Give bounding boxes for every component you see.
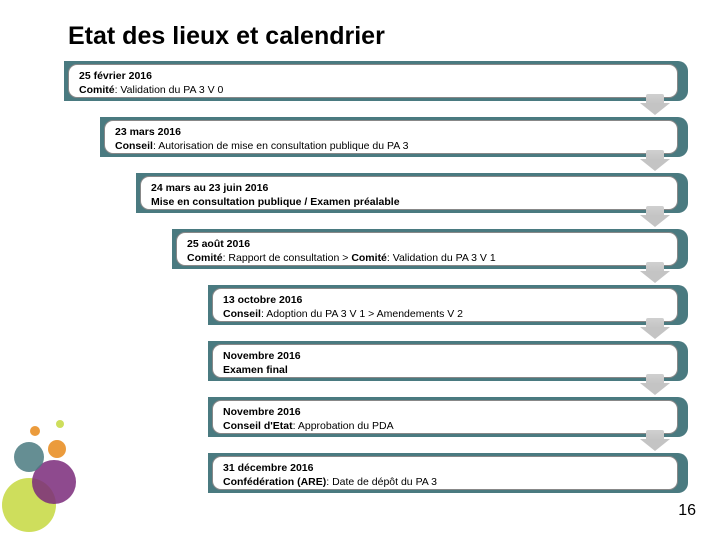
step-box: Novembre 2016Conseil d'Etat: Approbation…	[212, 400, 678, 434]
step-box: 13 octobre 2016Conseil: Adoption du PA 3…	[212, 288, 678, 322]
step-body: Comité: Validation du PA 3 V 0	[79, 84, 223, 96]
step-row: 23 mars 2016Conseil: Autorisation de mis…	[68, 120, 688, 154]
step-row: Novembre 2016Examen final	[68, 344, 688, 378]
step-date: 24 mars au 23 juin 2016	[151, 181, 667, 195]
step-box: 24 mars au 23 juin 2016Mise en consultat…	[140, 176, 678, 210]
page-number: 16	[678, 502, 696, 520]
step-body: Examen final	[223, 364, 288, 376]
step-date: 23 mars 2016	[115, 125, 667, 139]
step-row: 25 février 2016Comité: Validation du PA …	[68, 64, 688, 98]
step-date: 25 février 2016	[79, 69, 667, 83]
step-row: 31 décembre 2016Confédération (ARE): Dat…	[68, 456, 688, 490]
step-row: Novembre 2016Conseil d'Etat: Approbation…	[68, 400, 688, 434]
step-row: 13 octobre 2016Conseil: Adoption du PA 3…	[68, 288, 688, 322]
step-box: Novembre 2016Examen final	[212, 344, 678, 378]
step-date: 31 décembre 2016	[223, 461, 667, 475]
page-title: Etat des lieux et calendrier	[68, 22, 385, 51]
step-row: 24 mars au 23 juin 2016Mise en consultat…	[68, 176, 688, 210]
step-body: Conseil: Autorisation de mise en consult…	[115, 140, 408, 152]
step-box: 23 mars 2016Conseil: Autorisation de mis…	[104, 120, 678, 154]
step-body: Confédération (ARE): Date de dépôt du PA…	[223, 476, 437, 488]
step-date: Novembre 2016	[223, 349, 667, 363]
step-body: Mise en consultation publique / Examen p…	[151, 196, 400, 208]
step-date: Novembre 2016	[223, 405, 667, 419]
step-body: Conseil: Adoption du PA 3 V 1 > Amendeme…	[223, 308, 463, 320]
step-body: Conseil d'Etat: Approbation du PDA	[223, 420, 394, 432]
step-box: 31 décembre 2016Confédération (ARE): Dat…	[212, 456, 678, 490]
step-box: 25 août 2016Comité: Rapport de consultat…	[176, 232, 678, 266]
step-date: 13 octobre 2016	[223, 293, 667, 307]
step-box: 25 février 2016Comité: Validation du PA …	[68, 64, 678, 98]
step-row: 25 août 2016Comité: Rapport de consultat…	[68, 232, 688, 266]
step-date: 25 août 2016	[187, 237, 667, 251]
step-body: Comité: Rapport de consultation > Comité…	[187, 252, 496, 264]
